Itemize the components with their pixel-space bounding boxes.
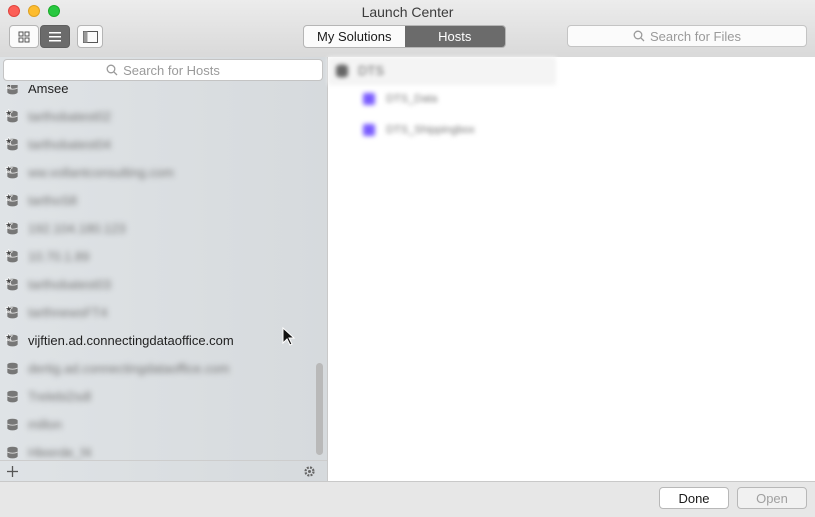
gear-icon[interactable] [303,465,316,478]
host-list-item[interactable]: tarthobatest04 [0,130,312,158]
database-star-icon [5,305,18,319]
list-view-icon [49,31,61,41]
tab-my-solutions[interactable]: My Solutions [304,26,405,47]
sidebar-footer [0,460,327,482]
database-star-icon [5,165,18,179]
filemaker-file-icon [363,93,375,106]
host-header: DTS [328,57,556,85]
host-name: dertig.ad.connectingdataoffice.com [28,360,230,376]
host-name: ww.vollantconsulting.com [28,164,174,180]
host-list-item[interactable]: Amsee [0,85,312,102]
host-list-item[interactable]: tarthoS8 [0,186,312,214]
search-hosts-field[interactable]: Search for Hosts [3,59,323,81]
host-name: Trelebi2sdl [28,388,92,404]
database-icon [7,390,18,403]
file-item[interactable]: DTS_Shippingbox [363,124,475,137]
host-name: 10.70.1.89 [28,248,90,264]
file-name: DTS_Shippingbox [386,124,475,136]
host-list-item[interactable]: Trelebi2sdl [0,382,312,410]
host-list-item[interactable]: vijftien.ad.connectingdataoffice.com [0,326,312,354]
open-button[interactable]: Open [737,487,807,509]
database-icon [7,446,18,459]
solutions-hosts-segmented-control: My Solutions Hosts [303,25,506,48]
search-hosts-placeholder: Search for Hosts [123,62,220,78]
sidebar-scrollbar-thumb[interactable] [316,363,323,455]
sidebar-icon [82,30,98,43]
host-name: tarthobatest03 [28,276,112,292]
database-star-icon [5,85,18,95]
search-icon [106,64,118,76]
host-name: tarthobatest04 [28,136,112,152]
search-files-placeholder: Search for Files [649,28,742,44]
host-list-item[interactable]: dertig.ad.connectingdataoffice.com [0,354,312,382]
hosts-sidebar: Amsee tarthobatest02 tarthobatest04 ww.voll… [0,57,328,481]
file-item[interactable]: DTS_Data [363,93,438,106]
host-name: vijftien.ad.connectingdataoffice.com [28,332,234,348]
host-list-item[interactable]: tarthobatest03 [0,270,312,298]
title-bar: Launch Center My Solutions Hosts Search … [0,0,815,58]
window-title: Launch Center [361,4,454,20]
database-star-icon [5,221,18,235]
host-name: tarthoS8 [28,192,78,208]
host-list-item[interactable]: Hleerde_f4 [0,438,312,460]
hosts-list[interactable]: Amsee tarthobatest02 tarthobatest04 ww.voll… [0,85,312,460]
sidebar-toggle-button[interactable] [77,25,103,48]
tab-hosts[interactable]: Hosts [404,26,505,47]
database-star-icon [5,137,18,151]
host-name: millon [28,416,62,432]
database-star-icon [5,333,18,347]
grid-view-icon [18,31,30,42]
grid-view-button[interactable] [9,25,39,48]
host-name: tarthobatest02 [28,108,112,124]
database-icon [336,64,348,78]
file-name: DTS_Data [386,93,438,105]
database-star-icon [5,109,18,123]
database-star-icon [5,249,18,263]
host-list-item[interactable]: millon [0,410,312,438]
filemaker-file-icon [363,124,375,137]
list-view-button[interactable] [40,25,70,48]
search-icon [633,30,645,42]
host-name: Amsee [28,85,69,96]
host-list-item[interactable]: tarthobatest02 [0,102,312,130]
host-name: DTS [358,63,384,78]
done-button[interactable]: Done [659,487,729,509]
host-name: Hleerde_f4 [28,444,92,460]
host-list-item[interactable]: ww.vollantconsulting.com [0,158,312,186]
host-name: tarthnewsFT4 [28,304,108,320]
host-list-item[interactable]: 192.104.180.123 [0,214,312,242]
host-name: 192.104.180.123 [28,220,126,236]
database-icon [7,362,18,375]
database-star-icon [5,193,18,207]
database-icon [7,418,18,431]
host-list-item[interactable]: tarthnewsFT4 [0,298,312,326]
add-host-icon[interactable] [6,465,19,478]
host-list-item[interactable]: 10.70.1.89 [0,242,312,270]
database-star-icon [5,277,18,291]
host-contents-panel: DTS DTS_Data DTS_Shippingbox [328,57,815,481]
mouse-cursor-icon [282,327,296,346]
search-files-field[interactable]: Search for Files [567,25,807,47]
